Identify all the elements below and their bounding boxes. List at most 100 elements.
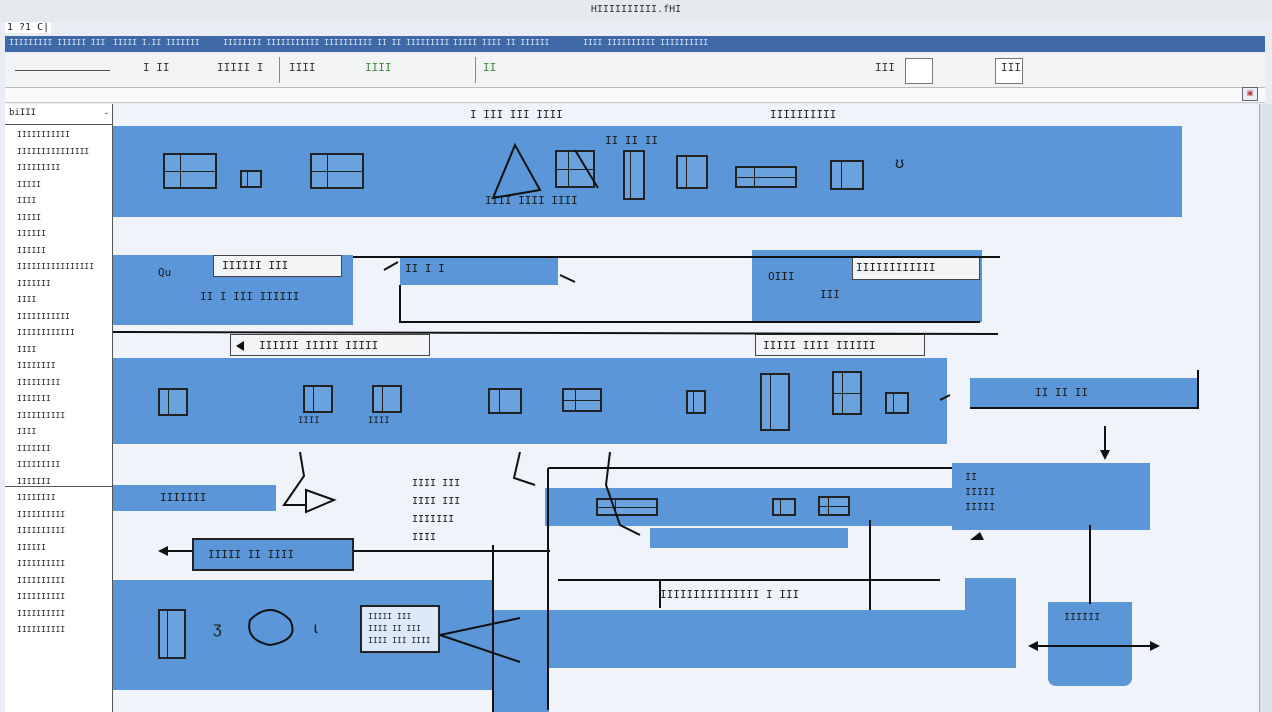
menu-item-4[interactable]: IIIII IIII II IIIIII [453,38,549,47]
sidebar-item[interactable]: IIIIIIIIIIIIIII [17,147,89,156]
window-title: HIIIIIIIIII.fHI [590,4,682,15]
sidebar-item[interactable]: IIIIIIIIIIIIIIII [17,262,94,271]
sidebar-item[interactable]: IIIII [17,213,41,222]
sidebar-item[interactable]: IIIIIII [17,394,51,403]
band1-caption: II II II [605,134,658,147]
sidebar-item[interactable]: IIIIIII [17,477,51,486]
tall-symbol[interactable] [158,609,186,659]
right-label: IIIII IIII IIIIII [763,339,876,352]
sidebar-item[interactable]: IIII [17,196,36,205]
small-symbol[interactable] [158,388,188,416]
side-note-4: IIII [412,532,437,543]
menu-item-1[interactable]: IIIIIIIII IIIIII III [9,38,105,47]
sidebar-item[interactable]: IIIIII [17,543,46,552]
small-symbol[interactable] [488,388,522,414]
right-panel-text: II IIIII IIIII [965,472,996,513]
sidebar-item[interactable]: IIIIIIIIII [17,510,65,519]
wide-symbol[interactable] [735,166,797,188]
heading-left: I III III IIII [470,108,563,121]
sidebar-item[interactable]: IIIIIIIIII [17,526,65,535]
toolbar-item-2[interactable]: IIIII I [217,61,263,74]
box-symbol[interactable] [676,155,708,189]
bracket-icon: ʒ [213,620,222,637]
menu-item-5[interactable]: IIII IIIIIIIIII IIIIIIIIII [583,38,708,47]
toolbar-separator [475,57,476,83]
band3-caption-1: IIII [298,416,320,426]
box-symbol[interactable] [830,160,864,190]
sidebar-divider [5,486,112,487]
q-field[interactable]: IIIIII III [213,255,342,277]
side-note-3: IIIIIII [412,514,455,525]
small-symbol[interactable] [818,496,850,516]
wide-symbol[interactable] [596,498,658,516]
toolbar: I II IIIII I IIII IIII II III III [5,53,1265,88]
wide-symbol[interactable] [562,388,602,412]
sidebar-item[interactable]: IIII [17,295,36,304]
o-field-text: IIIIIIIIIIII [856,261,936,274]
bottom-box-label: IIIII II IIII [208,548,295,561]
grid-symbol[interactable] [163,153,217,189]
toolbar-item-4[interactable]: IIII [365,61,392,74]
sidebar-item[interactable]: IIIIII [17,246,46,255]
arrow-label-box[interactable]: IIIIII IIIII IIIII [230,334,430,356]
right-label-box[interactable]: IIIII IIII IIIIII [755,334,925,356]
sidebar-item[interactable]: IIIIIIIII [17,378,60,387]
dropdown-arrow-icon[interactable]: - [105,108,108,118]
small-tag[interactable] [650,528,848,548]
small-symbol[interactable] [372,385,402,413]
sidebar-item[interactable]: IIIIIIIIII [17,559,65,568]
toolbar-item-6[interactable]: III [875,61,895,74]
toolbar-separator [279,57,280,83]
sidebar-item[interactable]: IIIIIIIIIII [17,312,70,321]
small-symbol[interactable] [686,390,706,414]
right-bar-label: II II II [1035,386,1088,399]
diagram-band-middle [113,358,947,444]
sidebar-item[interactable]: IIIIIIIIIIII [17,328,75,337]
sidebar-item[interactable]: IIIII [17,180,41,189]
sidebar-item[interactable]: IIIIIIIII [17,460,60,469]
small-symbol[interactable] [303,385,333,413]
o-field[interactable]: IIIIIIIIIIII [852,256,980,280]
small-symbol[interactable] [240,170,262,188]
diagram-band-bottom-end [965,578,1016,668]
toolbar-box-button[interactable] [905,58,933,84]
menu-item-3[interactable]: IIIIIIII IIIIIIIIIII IIIIIIIIII II II II… [223,38,449,47]
tall-symbol[interactable] [623,150,645,200]
sidebar-item[interactable]: IIIIIIIIIII [17,130,70,139]
sidebar-item[interactable]: IIIIII [17,229,46,238]
small-symbol[interactable] [885,392,909,414]
note-box[interactable]: IIIII III IIII II III IIII III IIII [360,605,440,653]
toolbar-item-5[interactable]: II [483,61,496,74]
vertical-scrollbar[interactable] [1259,104,1272,712]
sidebar-item[interactable]: IIIIIII [17,444,51,453]
q-line-label: II I III IIIIII [200,290,300,303]
flag-icon[interactable]: ▣ [1242,87,1258,101]
o-line-label: III [820,288,840,301]
mid-bar-label: II I I [405,262,445,275]
grid-symbol[interactable] [555,150,595,188]
toolbar-ruler [15,70,110,71]
menu-item-2[interactable]: IIIII I.II IIIIIII [113,38,200,47]
sidebar-header-label: biIII [9,108,37,118]
toolbar-item-3[interactable]: IIII [289,61,316,74]
sidebar-item[interactable]: IIIIIIIIII [17,411,65,420]
sidebar-item[interactable]: IIIIIIIII [17,163,60,172]
sidebar-item[interactable]: IIIIIIIIII [17,625,65,634]
small-symbol[interactable] [772,498,796,516]
tall-symbol[interactable] [760,373,790,431]
sidebar-item[interactable]: IIIIIIIIII [17,576,65,585]
sidebar-header[interactable]: biIII - [5,104,112,125]
sidebar-item[interactable]: IIIIIIII [17,493,56,502]
sidebar-item[interactable]: IIIIIII [17,279,51,288]
sidebar-item[interactable]: IIIIIIIIII [17,609,65,618]
grid-symbol[interactable] [310,153,364,189]
band3-caption-2: IIII [368,416,390,426]
sidebar-item[interactable]: IIII [17,427,36,436]
sidebar-item[interactable]: IIII [17,345,36,354]
sidebar-item[interactable]: IIIIIIIIII [17,592,65,601]
heading-right: IIIIIIIIII [770,108,837,121]
toolbar-item-1[interactable]: I II [143,61,170,74]
sidebar-item[interactable]: IIIIIIII [17,361,56,370]
toolbar-item-7[interactable]: III [1001,61,1021,74]
tall-symbol[interactable] [832,371,862,415]
